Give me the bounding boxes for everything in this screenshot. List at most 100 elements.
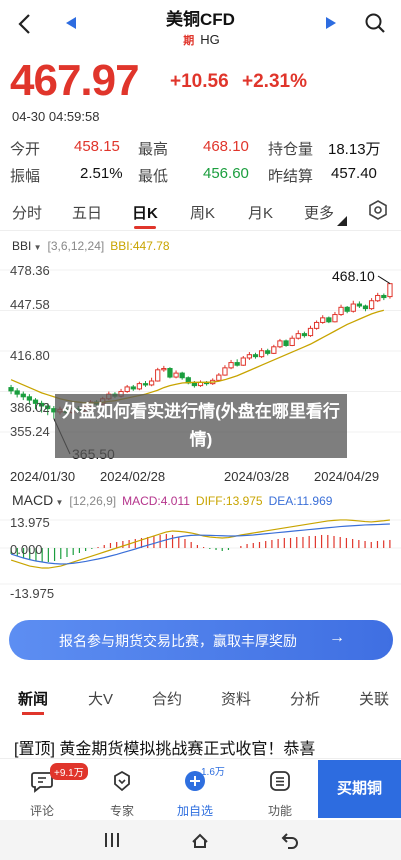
y-tick-label: 386.02: [10, 400, 50, 415]
candle-body: [155, 369, 161, 382]
candle-body: [136, 383, 143, 390]
candle-body: [8, 387, 14, 392]
tab-daily-k[interactable]: 日K: [132, 202, 158, 223]
buy-copper-button[interactable]: 买期铜: [318, 760, 401, 818]
expert-label: 专家: [109, 804, 134, 818]
macd-tick-label: 0.000: [10, 542, 43, 557]
tab-news[interactable]: 新闻: [18, 688, 48, 709]
y-tick-label: 416.80: [10, 348, 50, 363]
candle-body: [350, 303, 356, 312]
candle-body: [375, 294, 381, 302]
page-title: 美铜CFD: [166, 10, 235, 29]
candle-body: [252, 354, 259, 358]
function-label: 功能: [267, 804, 292, 818]
high-marker-line: [377, 275, 391, 284]
more-dropdown-icon: [337, 216, 347, 226]
tab-info[interactable]: 资料: [221, 688, 251, 709]
add-watchlist-label: 加自选: [176, 804, 213, 818]
candle-body: [246, 354, 253, 359]
candle-body: [124, 386, 130, 393]
high-marker-label: 468.10: [332, 268, 375, 284]
macd-tick-label: -13.975: [10, 586, 55, 601]
contract-symbol: HG: [200, 32, 220, 47]
news-tabs: 新闻 大V 合约 资料 分析 关联: [0, 685, 401, 713]
home-icon[interactable]: [190, 830, 210, 850]
tabs-divider: [0, 230, 401, 231]
prev-settle-label: 昨结算: [268, 168, 314, 185]
tab-related[interactable]: 关联: [359, 688, 389, 709]
next-contract-icon[interactable]: [324, 16, 338, 30]
x-tick-label: 2024/02/28: [100, 469, 166, 484]
candle-body: [167, 368, 173, 378]
candle-body: [14, 390, 20, 395]
candle-body: [179, 372, 185, 379]
candle-body: [240, 357, 246, 366]
quote-time: 04-30 04:59:58: [12, 109, 100, 124]
banner-text: 报名参与期货交易比赛，赢取丰厚奖励: [59, 633, 297, 649]
candle-body: [148, 380, 155, 386]
open-interest-label: 持仓量: [268, 141, 314, 158]
contract-code: 期 HG: [0, 32, 401, 48]
tab-analysis[interactable]: 分析: [290, 688, 320, 709]
x-tick-label: 2024/03/28: [224, 469, 290, 484]
tab-influencers[interactable]: 大V: [88, 688, 113, 709]
candle-body: [234, 362, 240, 366]
candle-body: [313, 321, 320, 329]
candle-body: [289, 337, 295, 346]
x-tick-label: 2024/04/29: [314, 469, 380, 484]
candle-body: [320, 317, 326, 323]
candle-body: [191, 382, 198, 387]
watchlist-count: 1.6万: [201, 767, 225, 778]
dea-line: [10, 523, 390, 565]
tab-five-day[interactable]: 五日: [72, 202, 102, 223]
candle-body: [173, 372, 179, 378]
open-value: 458.15: [74, 138, 120, 155]
candle-body: [326, 317, 332, 323]
menu-icon[interactable]: [102, 830, 122, 850]
pinned-news-item[interactable]: [置顶] 黄金期货模拟挑战赛正式收官！恭喜: [14, 735, 315, 759]
x-tick-label: 2024/01/30: [10, 469, 76, 484]
system-navigation-bar: [0, 820, 401, 860]
candle-body: [295, 333, 301, 339]
y-tick-label: 355.24: [10, 424, 50, 439]
low-label: 最低: [138, 168, 169, 185]
candle-body: [301, 333, 308, 337]
price-change-percent: +2.31%: [242, 71, 307, 92]
high-value: 468.10: [203, 138, 249, 155]
amplitude-label: 振幅: [10, 168, 41, 185]
tab-monthly-k[interactable]: 月K: [248, 202, 273, 223]
tab-weekly-k[interactable]: 周K: [190, 202, 215, 223]
contest-promo-banner[interactable]: 报名参与期货交易比赛，赢取丰厚奖励 →: [9, 620, 393, 660]
candle-body: [338, 306, 344, 316]
back-icon[interactable]: [280, 830, 300, 850]
comment-count-badge: +9.1万: [50, 763, 88, 780]
candle-body: [362, 305, 369, 310]
prev-settle-value: 457.40: [331, 165, 377, 182]
settings-icon[interactable]: [368, 200, 388, 220]
tab-contract[interactable]: 合约: [152, 688, 182, 709]
candle-body: [222, 367, 228, 376]
candle-body: [142, 383, 149, 386]
candle-body: [130, 386, 136, 390]
high-label: 最高: [138, 141, 169, 158]
tab-intraday[interactable]: 分时: [12, 202, 42, 223]
candle-body: [368, 300, 375, 310]
active-tab-indicator: [134, 226, 156, 229]
candle-body: [216, 374, 222, 381]
y-tick-label: 447.58: [10, 297, 50, 312]
futures-tag: 期: [181, 32, 197, 48]
candle-body: [387, 283, 393, 298]
last-price: 467.97: [10, 56, 140, 105]
search-icon[interactable]: [364, 12, 386, 34]
comment-label: 评论: [29, 804, 54, 818]
tab-more[interactable]: 更多: [304, 202, 334, 223]
candle-body: [20, 393, 26, 398]
macd-tick-label: 13.975: [10, 515, 50, 530]
open-label: 今开: [10, 141, 41, 158]
candle-body: [228, 362, 234, 369]
bbi-line: [10, 309, 385, 404]
y-tick-label: 478.36: [10, 263, 50, 278]
low-value: 456.60: [203, 165, 249, 182]
candle-body: [356, 303, 363, 307]
expert-icon: [114, 770, 130, 792]
